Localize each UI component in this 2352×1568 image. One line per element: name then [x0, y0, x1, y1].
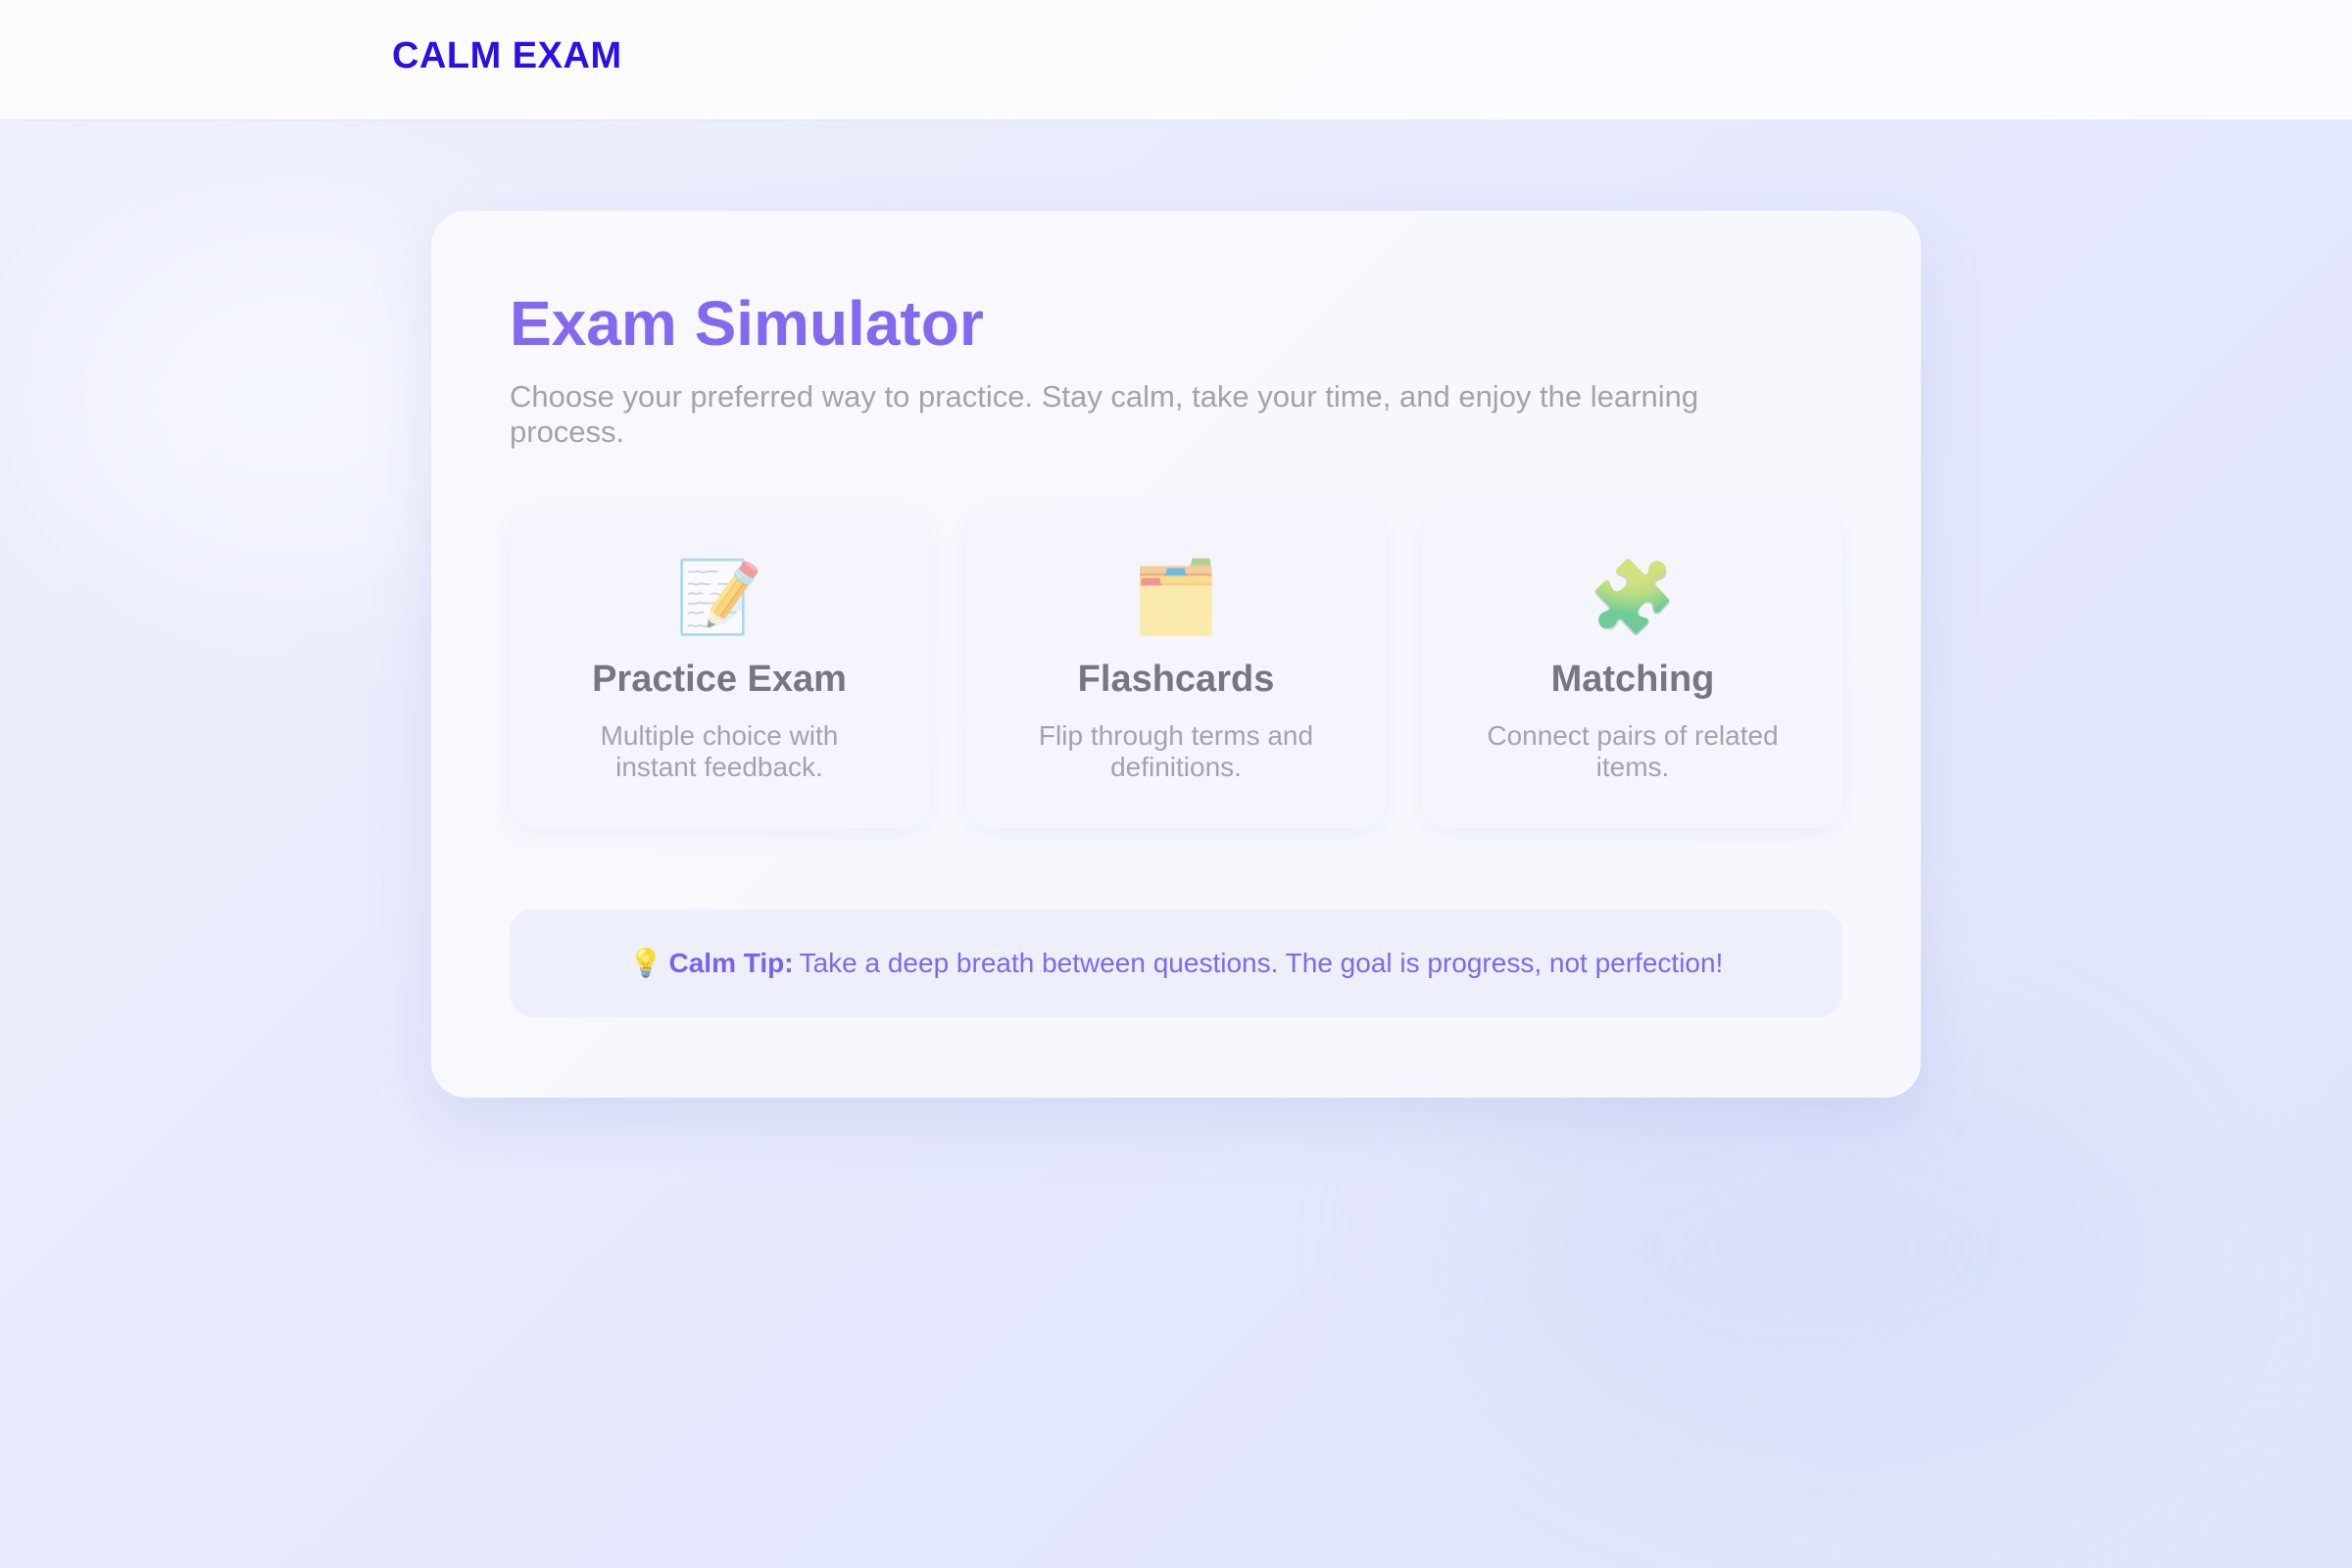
flashcards-card[interactable]: 🗂️ Flashcards Flip through terms and def… [966, 510, 1386, 828]
puzzle-piece-icon: 🧩 [1589, 559, 1677, 637]
practice-mode-list: 📝 Practice Exam Multiple choice with ins… [510, 510, 1842, 828]
card-description: Multiple choice with instant feedback. [600, 720, 839, 782]
card-title: Practice Exam [592, 659, 847, 700]
card-title: Matching [1550, 659, 1715, 700]
brand-logo[interactable]: CALM EXAM [392, 35, 622, 77]
card-description: Flip through terms and definitions. [1038, 720, 1314, 782]
matching-card[interactable]: 🧩 Matching Connect pairs of related item… [1423, 510, 1842, 828]
exam-simulator-panel: Exam Simulator Choose your preferred way… [431, 211, 1921, 1098]
card-description: Connect pairs of related items. [1487, 720, 1779, 782]
tip-label: Calm Tip: [668, 948, 794, 978]
calm-tip-banner: 💡 Calm Tip: Take a deep breath between que… [510, 909, 1842, 1017]
memo-pencil-icon: 📝 [675, 559, 763, 637]
card-index-dividers-icon: 🗂️ [1132, 559, 1220, 637]
page-title: Exam Simulator [510, 288, 984, 359]
practice-exam-card[interactable]: 📝 Practice Exam Multiple choice with ins… [510, 510, 929, 828]
top-navigation-bar: CALM EXAM [0, 0, 2352, 121]
lightbulb-icon: 💡 [628, 948, 663, 978]
tip-text: Take a deep breath between questions. Th… [799, 948, 1724, 978]
page-subtitle: Choose your preferred way to practice. S… [510, 379, 1699, 450]
card-title: Flashcards [1077, 659, 1275, 700]
